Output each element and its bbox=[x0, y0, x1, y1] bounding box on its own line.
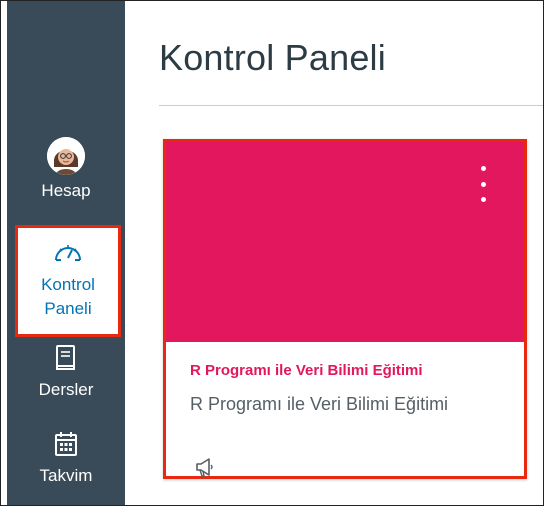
nav-label-dashboard-line2: Paneli bbox=[44, 299, 92, 318]
title-divider bbox=[159, 105, 543, 106]
nav-item-calendar[interactable]: Takvim bbox=[7, 431, 125, 488]
course-card-hero[interactable] bbox=[166, 142, 524, 342]
calendar-icon bbox=[54, 431, 78, 462]
main-content: Kontrol Paneli R Programı ile Veri Bilim… bbox=[125, 1, 543, 505]
dashboard-gauge-icon bbox=[53, 240, 83, 269]
book-icon bbox=[55, 345, 77, 376]
nav-label-dashboard-line1: Kontrol bbox=[41, 275, 95, 294]
page-title: Kontrol Paneli bbox=[159, 37, 386, 78]
nav-label-courses: Dersler bbox=[38, 380, 94, 399]
avatar-icon bbox=[47, 137, 85, 175]
nav-item-courses[interactable]: Dersler bbox=[7, 345, 125, 402]
course-card-subtitle: R Programı ile Veri Bilimi Eğitimi bbox=[190, 394, 449, 414]
announcement-icon[interactable] bbox=[194, 456, 216, 478]
nav-label-account: Hesap bbox=[41, 181, 91, 200]
kebab-menu-icon[interactable] bbox=[478, 166, 488, 202]
nav-label-calendar: Takvim bbox=[39, 466, 93, 485]
global-nav-sidebar: Hesap Kontrol Paneli Dersler Takvim bbox=[7, 1, 125, 505]
course-card-title-link[interactable]: R Programı ile Veri Bilimi Eğitimi bbox=[190, 362, 423, 379]
nav-item-dashboard[interactable]: Kontrol Paneli bbox=[15, 225, 121, 337]
app-window: Hesap Kontrol Paneli Dersler Takvim Kont… bbox=[0, 0, 544, 506]
course-card: R Programı ile Veri Bilimi Eğitimi R Pro… bbox=[163, 139, 527, 479]
nav-item-account[interactable]: Hesap bbox=[7, 137, 125, 203]
